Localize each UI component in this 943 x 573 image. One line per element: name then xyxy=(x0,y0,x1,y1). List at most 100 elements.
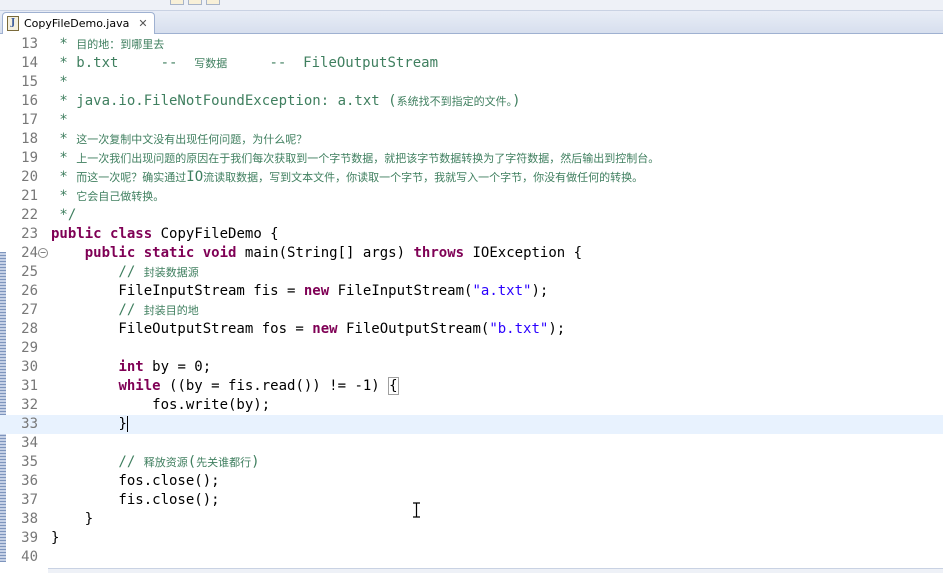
code-lines: 13 * 目的地：到哪里去 14 * b.txt -- 写数据 -- FileOu… xyxy=(0,35,943,567)
tab-title: CopyFileDemo.java xyxy=(24,17,130,30)
toolbar-icon[interactable] xyxy=(188,0,202,5)
code-line[interactable]: 32 fos.write(by); xyxy=(0,396,943,415)
comment: * 这一次复制中文没有出现任何问题，为什么呢？ xyxy=(51,131,308,147)
line-number: 36 xyxy=(21,473,38,489)
code-line[interactable]: 36 fos.close(); xyxy=(0,472,943,491)
code-text: public static void main(String[] args) t… xyxy=(51,244,582,263)
line-number: 31 xyxy=(21,378,38,394)
code-token: fos.close(); xyxy=(51,473,220,489)
line-number: 37 xyxy=(21,492,38,508)
toolbar-icon[interactable] xyxy=(170,0,184,5)
editor-tab[interactable]: J CopyFileDemo.java ✕ xyxy=(2,12,155,34)
code-line[interactable]: 40 xyxy=(0,548,943,567)
line-number: 23 xyxy=(21,226,38,242)
code-token: FileOutputStream fos = xyxy=(51,321,313,337)
line-number: 20 xyxy=(21,169,38,185)
keyword: void xyxy=(202,245,237,261)
code-token: FileInputStream fis = xyxy=(51,283,304,299)
java-file-icon: J xyxy=(7,16,19,31)
code-text: // 释放资源(先关谁都行) xyxy=(51,453,259,472)
string-literal: "a.txt" xyxy=(472,283,532,299)
line-number: 30 xyxy=(21,359,38,375)
code-token: fis.close(); xyxy=(51,492,220,508)
line-number: 34 xyxy=(21,435,38,451)
keyword: new xyxy=(303,283,330,299)
code-line[interactable]: 18 * 这一次复制中文没有出现任何问题，为什么呢？ xyxy=(0,130,943,149)
editor-tab-bar: J CopyFileDemo.java ✕ xyxy=(0,11,943,34)
code-line[interactable]: 34 xyxy=(0,434,943,453)
code-token: FileOutputStream( xyxy=(337,321,490,337)
code-token: FileInputStream( xyxy=(329,283,473,299)
code-line[interactable]: 29 xyxy=(0,339,943,358)
comment: * b.txt -- 写数据 -- FileOutputStream xyxy=(51,55,439,71)
line-number: 38 xyxy=(21,511,38,527)
code-line[interactable]: 38 } xyxy=(0,510,943,529)
code-line[interactable]: 26 FileInputStream fis = new FileInputSt… xyxy=(0,282,943,301)
fold-collapse-icon[interactable]: − xyxy=(38,248,48,258)
keyword: throws xyxy=(413,245,465,261)
eclipse-editor-window: J CopyFileDemo.java ✕ 13 * 目的地：到哪里去 14 * … xyxy=(0,0,943,573)
code-text: public class CopyFileDemo { xyxy=(51,225,279,244)
code-text: } xyxy=(51,510,93,529)
code-line[interactable]: 15 * xyxy=(0,73,943,92)
code-text: FileInputStream fis = new FileInputStrea… xyxy=(51,282,548,301)
code-line[interactable]: 31 while ((by = fis.read()) != -1) { xyxy=(0,377,943,396)
code-line[interactable]: 13 * 目的地：到哪里去 xyxy=(0,35,943,54)
line-number: 33 xyxy=(21,416,38,432)
line-number: 27 xyxy=(21,302,38,318)
line-number: 21 xyxy=(21,188,38,204)
code-text: * 它会自己做转换。 xyxy=(51,187,164,206)
code-line[interactable]: 37 fis.close(); xyxy=(0,491,943,510)
comment: * xyxy=(51,74,68,90)
ibeam-cursor-icon xyxy=(413,502,420,518)
code-token: } xyxy=(51,530,60,546)
keyword: int xyxy=(118,359,144,375)
line-number: 39 xyxy=(21,530,38,546)
code-line[interactable]: 39} xyxy=(0,529,943,548)
line-number: 13 xyxy=(21,36,38,52)
matched-bracket: { xyxy=(388,377,399,395)
line-number: 29 xyxy=(21,340,38,356)
code-line[interactable]: 16 * java.io.FileNotFoundException: a.tx… xyxy=(0,92,943,111)
code-text: * xyxy=(51,73,68,92)
line-number: 28 xyxy=(21,321,38,337)
code-text: fos.write(by); xyxy=(51,396,270,415)
comment: // 封装数据源 xyxy=(51,264,199,280)
code-token: CopyFileDemo { xyxy=(152,226,279,242)
code-token: IOException { xyxy=(464,245,583,261)
code-line[interactable]: 19 * 上一次我们出现问题的原因在于我们每次获取到一个字节数据，就把该字节数据… xyxy=(0,149,943,168)
code-line[interactable]: 35 // 释放资源(先关谁都行) xyxy=(0,453,943,472)
code-text: fis.close(); xyxy=(51,491,220,510)
keyword: public xyxy=(51,226,102,242)
code-line[interactable]: 30 int by = 0; xyxy=(0,358,943,377)
keyword: class xyxy=(110,226,153,242)
matched-bracket: } xyxy=(118,416,127,432)
code-line[interactable]: 23 public class CopyFileDemo { xyxy=(0,225,943,244)
code-line[interactable]: 33 } xyxy=(0,415,943,434)
code-editor[interactable]: 13 * 目的地：到哪里去 14 * b.txt -- 写数据 -- FileOu… xyxy=(0,34,943,573)
code-line[interactable]: 25 // 封装数据源 xyxy=(0,263,943,282)
code-token: by = 0; xyxy=(143,359,212,375)
toolbar-icon[interactable] xyxy=(206,0,220,5)
code-text: // 封装数据源 xyxy=(51,263,199,282)
code-line[interactable]: 21 * 它会自己做转换。 xyxy=(0,187,943,206)
code-token: fos.write(by); xyxy=(51,397,271,413)
close-icon[interactable]: ✕ xyxy=(138,17,147,30)
horizontal-scrollbar[interactable] xyxy=(48,568,943,573)
line-number: 14 xyxy=(21,55,38,71)
code-line[interactable]: 14 * b.txt -- 写数据 -- FileOutputStream xyxy=(0,54,943,73)
comment: * xyxy=(51,112,68,128)
keyword: while xyxy=(118,378,161,394)
line-number: 24 xyxy=(21,245,38,261)
code-line[interactable]: 27 // 封装目的地 xyxy=(0,301,943,320)
code-token: ((by = fis.read()) != -1) xyxy=(160,378,389,394)
code-token: } xyxy=(51,511,94,527)
code-line[interactable]: 24− public static void main(String[] arg… xyxy=(0,244,943,263)
code-line[interactable]: 20 * 而这一次呢？确实通过IO流读取数据，写到文本文件，你读取一个字节，我就… xyxy=(0,168,943,187)
code-text: * 上一次我们出现问题的原因在于我们每次获取到一个字节数据，就把该字节数据转换为… xyxy=(51,149,659,168)
line-number: 16 xyxy=(21,93,38,109)
code-line[interactable]: 28 FileOutputStream fos = new FileOutput… xyxy=(0,320,943,339)
code-line[interactable]: 17 * xyxy=(0,111,943,130)
code-line[interactable]: 22 */ xyxy=(0,206,943,225)
